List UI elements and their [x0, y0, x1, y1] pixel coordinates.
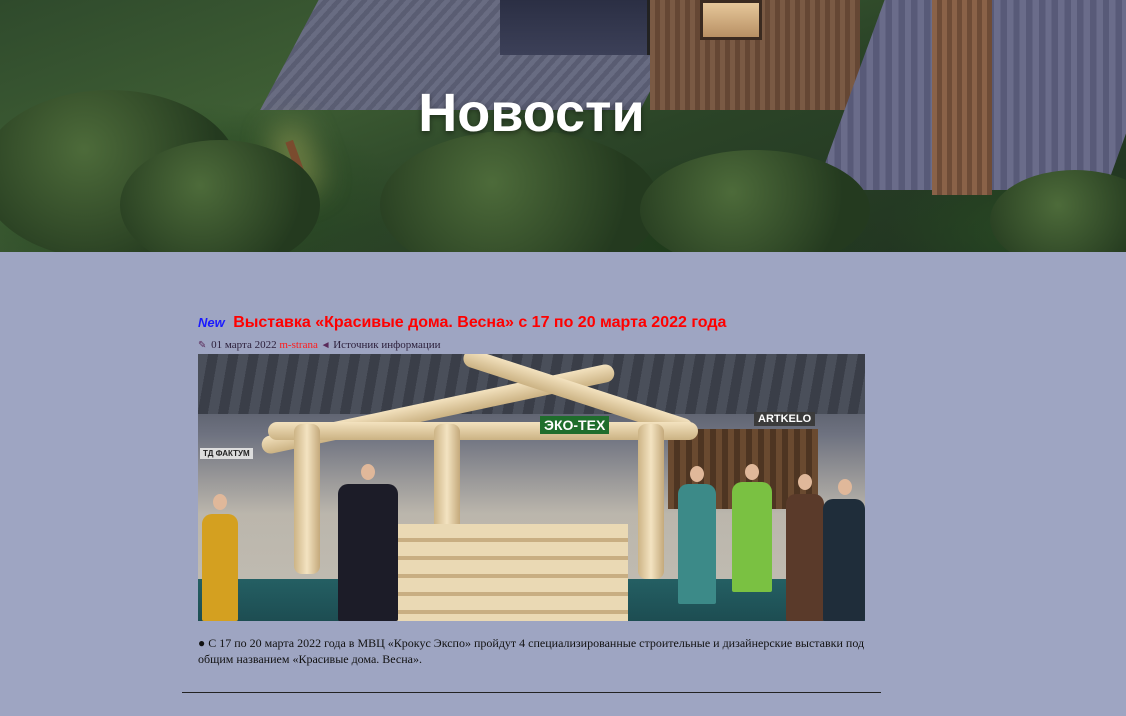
- photo-sign-eco: ЭКО-ТЕХ: [540, 416, 610, 434]
- photo-person-head: [838, 479, 852, 495]
- photo-person-head: [690, 466, 704, 482]
- post-excerpt: ● С 17 по 20 марта 2022 года в МВЦ «Крок…: [198, 635, 865, 667]
- photo-person: [823, 499, 865, 621]
- page-title: Новости: [418, 83, 645, 143]
- photo-person: [678, 484, 716, 604]
- hero-window: [700, 0, 762, 40]
- photo-log-post: [638, 424, 664, 579]
- pencil-icon: ✎: [198, 340, 207, 351]
- photo-person: [338, 484, 398, 621]
- post-photo[interactable]: ЭКО-ТЕХ ARTKELO ТД ФАКТУМ: [198, 354, 865, 621]
- photo-person: [786, 494, 824, 621]
- arrow-left-icon: ◄: [320, 340, 331, 351]
- photo-person-head: [798, 474, 812, 490]
- photo-person-head: [745, 464, 759, 480]
- post-meta: ✎ 01 марта 2022 m-strana ◄ Источник инфо…: [198, 337, 866, 354]
- post-author-link[interactable]: m-strana: [279, 339, 317, 351]
- photo-person: [202, 514, 238, 621]
- news-article: New Выставка «Красивые дома. Весна» с 17…: [198, 310, 866, 667]
- photo-sign-artkelo: ARTKELO: [754, 412, 816, 426]
- photo-person: [732, 482, 772, 592]
- photo-sign-faktum: ТД ФАКТУМ: [200, 448, 253, 459]
- post-date: 01 марта 2022: [211, 339, 277, 351]
- post-title[interactable]: Выставка «Красивые дома. Весна» с 17 по …: [233, 314, 726, 331]
- hero-bush: [380, 130, 660, 252]
- post-source-link[interactable]: Источник информации: [333, 339, 440, 351]
- article-divider: [182, 692, 881, 693]
- new-badge: New: [198, 315, 225, 330]
- bullet-icon: ●: [198, 636, 206, 650]
- hero-banner: Новости: [0, 0, 1126, 252]
- post-excerpt-text: С 17 по 20 марта 2022 года в МВЦ «Крокус…: [198, 636, 865, 666]
- photo-log-post: [294, 424, 320, 574]
- hero-glass-wall: [500, 0, 650, 55]
- post-title-line[interactable]: New Выставка «Красивые дома. Весна» с 17…: [198, 310, 866, 336]
- photo-log-counter: [378, 524, 628, 621]
- photo-person-head: [361, 464, 375, 480]
- photo-log-beam: [268, 422, 698, 440]
- photo-person-head: [213, 494, 227, 510]
